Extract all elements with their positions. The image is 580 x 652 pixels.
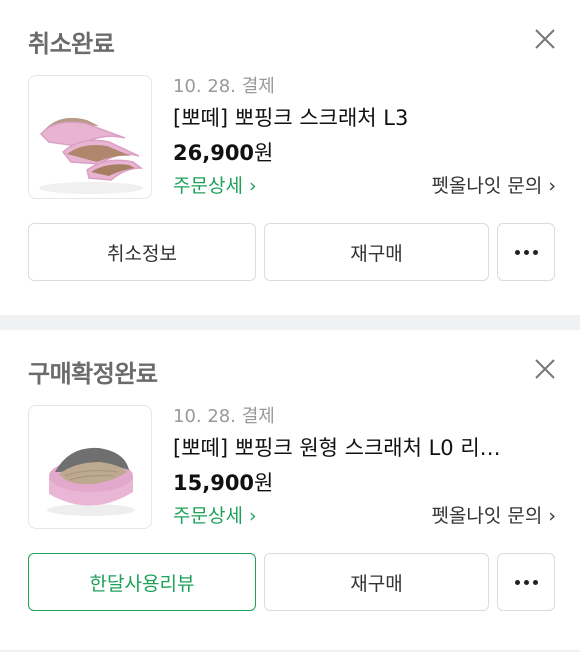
product-image — [39, 117, 144, 194]
more-button[interactable] — [497, 223, 555, 281]
close-icon[interactable] — [532, 356, 558, 382]
product-name[interactable]: [뽀떼] 뽀핑크 스크래처 L3 — [173, 102, 408, 132]
price-value: 15,900 — [173, 471, 255, 495]
price-value: 26,900 — [173, 141, 255, 165]
order-card: 구매확정완료 10. 28. 결제 [뽀떼] 뽀핑크 원형 스크래처 L0 리…… — [0, 330, 580, 650]
order-detail-link[interactable]: 주문상세 › — [173, 171, 257, 198]
order-detail-link[interactable]: 주문상세 › — [173, 501, 257, 528]
more-dots-icon — [514, 579, 538, 585]
close-icon[interactable] — [532, 26, 558, 52]
seller-inquiry-link[interactable]: 펫올나잇 문의 › — [431, 501, 556, 528]
product-name[interactable]: [뽀떼] 뽀핑크 원형 스크래처 L0 리… — [173, 432, 501, 462]
rebuy-button[interactable]: 재구매 — [264, 223, 489, 281]
product-thumbnail[interactable] — [28, 405, 152, 529]
more-dots-icon — [514, 249, 538, 255]
product-price: 26,900원 — [173, 137, 273, 167]
more-button[interactable] — [497, 553, 555, 611]
product-image — [47, 447, 135, 516]
price-currency: 원 — [254, 141, 274, 165]
product-price: 15,900원 — [173, 467, 273, 497]
order-card: 취소완료 10. 28. 결제 [뽀떼] 뽀핑크 스크래처 L3 26,900원… — [0, 0, 580, 315]
order-status: 취소완료 — [28, 30, 115, 58]
cancel-info-button[interactable]: 취소정보 — [28, 223, 256, 281]
rebuy-button[interactable]: 재구매 — [264, 553, 489, 611]
price-currency: 원 — [254, 471, 274, 495]
seller-inquiry-link[interactable]: 펫올나잇 문의 › — [431, 171, 556, 198]
payment-date: 10. 28. 결제 — [173, 406, 275, 427]
payment-date: 10. 28. 결제 — [173, 76, 275, 97]
product-thumbnail[interactable] — [28, 75, 152, 199]
order-status: 구매확정완료 — [28, 360, 158, 388]
section-divider — [0, 315, 580, 330]
write-review-button[interactable]: 한달사용리뷰 — [28, 553, 256, 611]
